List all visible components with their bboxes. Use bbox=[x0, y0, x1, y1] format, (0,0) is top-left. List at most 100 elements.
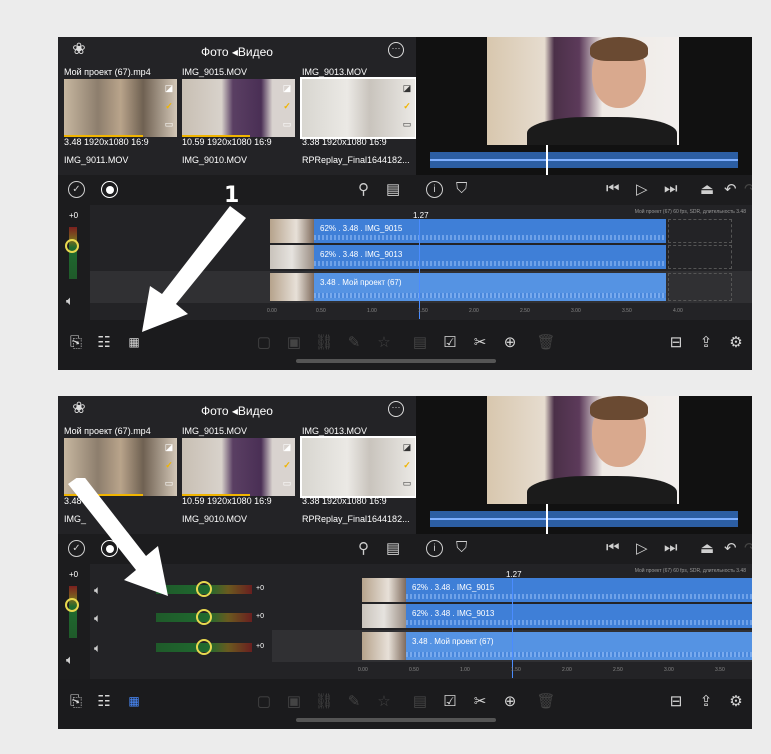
clip-name[interactable]: IMG_9010.MOV bbox=[182, 155, 295, 166]
select-check-icon[interactable]: ✓ bbox=[68, 181, 85, 198]
grid-list-icon[interactable]: ▤ bbox=[386, 539, 400, 557]
track-clip[interactable]: 62% . 3.48 . IMG_9013 bbox=[270, 245, 666, 269]
audio-waveform[interactable] bbox=[430, 152, 738, 168]
shield-plus-icon[interactable]: ⛉ bbox=[456, 180, 467, 197]
mixer-icon-active[interactable]: ▦ bbox=[124, 691, 144, 711]
share-icon[interactable]: ⇪ bbox=[696, 691, 716, 711]
person-body bbox=[527, 117, 677, 145]
preview-frame[interactable] bbox=[487, 37, 679, 145]
browser-title[interactable]: Фото ◂Видео bbox=[58, 404, 416, 418]
calendar-icon[interactable]: ▤ bbox=[410, 332, 430, 352]
skip-end-icon[interactable]: ⏭ bbox=[664, 180, 678, 197]
info-icon[interactable]: i bbox=[426, 540, 443, 557]
add-circle-icon[interactable]: ⊕ bbox=[500, 691, 520, 711]
more-icon[interactable]: ··· bbox=[388, 401, 404, 417]
preview-playhead[interactable] bbox=[546, 145, 548, 175]
track-waveform bbox=[406, 652, 752, 657]
clip-thumbnail[interactable]: Мой проект (67).mp4 ◪ ✓ ▭ 3.48 1920x1080 1… bbox=[64, 67, 177, 148]
volume-knob[interactable] bbox=[65, 239, 79, 253]
pencil-icon[interactable]: ✎ bbox=[344, 691, 364, 711]
add-track-icon[interactable]: ▢ bbox=[254, 332, 274, 352]
record-icon[interactable] bbox=[101, 181, 118, 198]
more-icon[interactable]: ··· bbox=[388, 42, 404, 58]
help-icon[interactable]: ⚙ bbox=[726, 332, 746, 352]
shield-plus-icon[interactable]: ⛉ bbox=[456, 539, 467, 556]
link-icon[interactable]: ⛓ bbox=[314, 332, 334, 352]
volume-knob[interactable] bbox=[196, 581, 212, 597]
track-clip[interactable]: 62% . 3.48 . IMG_9015 bbox=[362, 578, 752, 602]
speaker-icon[interactable]: 🔈︎ bbox=[94, 611, 101, 626]
layout-icon[interactable]: ⊟ bbox=[666, 332, 686, 352]
clip-thumbnail-selected[interactable]: IMG_9013.MOV ◪ ✓ ▭ 3.38 1920x1080 16:9 bbox=[300, 426, 417, 507]
timeline-playhead[interactable] bbox=[512, 578, 513, 678]
speaker-icon[interactable]: 🔈︎ bbox=[66, 293, 74, 309]
skip-start-icon[interactable]: ⏮ bbox=[606, 180, 620, 197]
volume-knob[interactable] bbox=[196, 639, 212, 655]
play-icon[interactable]: ▷ bbox=[636, 180, 648, 198]
copy-icon: ◪ bbox=[402, 83, 412, 93]
clip-thumbnail-selected[interactable]: IMG_9013.MOV ◪ ✓ ▭ 3.38 1920x1080 16:9 bbox=[300, 67, 417, 148]
scissors-icon[interactable]: ✂ bbox=[470, 332, 490, 352]
volume-knob[interactable] bbox=[196, 609, 212, 625]
pencil-icon[interactable]: ✎ bbox=[344, 332, 364, 352]
clip-name[interactable]: RPReplay_Final1644182... bbox=[302, 514, 415, 525]
audio-waveform[interactable] bbox=[430, 511, 738, 527]
list-icon[interactable]: ☷ bbox=[94, 332, 114, 352]
redo-icon[interactable]: ↷ bbox=[744, 539, 752, 557]
track-placeholder[interactable] bbox=[668, 273, 732, 301]
import-icon[interactable]: ⎘ bbox=[66, 691, 86, 711]
ruler-tick: 2.50 bbox=[613, 667, 623, 673]
help-icon[interactable]: ⚙ bbox=[726, 691, 746, 711]
undo-icon[interactable]: ↶ bbox=[724, 539, 737, 557]
star-icon[interactable]: ☆ bbox=[374, 691, 394, 711]
info-icon[interactable]: i bbox=[426, 181, 443, 198]
track-clip[interactable]: 62% . 3.48 . IMG_9013 bbox=[362, 604, 752, 628]
track-clip[interactable]: 62% . 3.48 . IMG_9015 bbox=[270, 219, 666, 243]
calendar-icon[interactable]: ▤ bbox=[410, 691, 430, 711]
clip-thumbnail[interactable]: IMG_9015.MOV ◪ ✓ ▭ 10.59 1920x1080 16:9 bbox=[182, 67, 295, 148]
redo-icon[interactable]: ↷ bbox=[744, 180, 752, 198]
trash-icon[interactable]: 🗑︎ bbox=[536, 332, 556, 352]
track-placeholder[interactable] bbox=[668, 245, 732, 269]
undo-icon[interactable]: ↶ bbox=[724, 180, 737, 198]
star-icon[interactable]: ☆ bbox=[374, 332, 394, 352]
picture-in-picture-icon[interactable]: ▣ bbox=[284, 332, 304, 352]
picture-in-picture-icon[interactable]: ▣ bbox=[284, 691, 304, 711]
main-track-clip[interactable]: 3.48 . Мой проект (67) bbox=[270, 273, 666, 301]
clip-badges: ◪ ✓ ▭ bbox=[163, 83, 175, 129]
frame-icon: ▭ bbox=[164, 119, 174, 129]
add-track-icon[interactable]: ▢ bbox=[254, 691, 274, 711]
checkbox-icon[interactable]: ☑ bbox=[440, 332, 460, 352]
skip-end-icon[interactable]: ⏭ bbox=[664, 539, 678, 556]
preview-frame[interactable] bbox=[487, 396, 679, 504]
clip-name[interactable]: IMG_9010.MOV bbox=[182, 514, 295, 525]
clip-thumbnail[interactable]: IMG_9015.MOV ◪ ✓ ▭ 10.59 1920x1080 16:9 bbox=[182, 426, 295, 507]
main-track-clip[interactable]: 3.48 . Мой проект (67) bbox=[362, 632, 752, 660]
scissors-icon[interactable]: ✂ bbox=[470, 691, 490, 711]
track-thumbnail bbox=[362, 578, 406, 602]
checkbox-icon[interactable]: ☑ bbox=[440, 691, 460, 711]
layout-icon[interactable]: ⊟ bbox=[666, 691, 686, 711]
speaker-icon[interactable]: 🔈︎ bbox=[66, 652, 74, 668]
clip-name[interactable]: RPReplay_Final1644182... bbox=[302, 155, 415, 166]
grid-list-icon[interactable]: ▤ bbox=[386, 180, 400, 198]
skip-start-icon[interactable]: ⏮ bbox=[606, 539, 620, 556]
export-frame-icon[interactable]: ⏏ bbox=[700, 180, 714, 198]
speaker-icon[interactable]: 🔈︎ bbox=[94, 641, 101, 656]
preview-playhead[interactable] bbox=[546, 504, 548, 534]
clip-name[interactable]: IMG_9011.MOV bbox=[64, 155, 177, 166]
list-icon[interactable]: ☷ bbox=[94, 691, 114, 711]
add-circle-icon[interactable]: ⊕ bbox=[500, 332, 520, 352]
link-icon[interactable]: ⛓ bbox=[314, 691, 334, 711]
track-placeholder[interactable] bbox=[668, 219, 732, 243]
clip-badges: ◪ ✓ ▭ bbox=[401, 83, 413, 129]
trash-icon[interactable]: 🗑︎ bbox=[536, 691, 556, 711]
search-icon[interactable]: ⚲ bbox=[358, 180, 369, 198]
timeline-playhead[interactable] bbox=[419, 219, 420, 319]
search-icon[interactable]: ⚲ bbox=[358, 539, 369, 557]
browser-title[interactable]: Фото ◂Видео bbox=[58, 45, 416, 59]
import-icon[interactable]: ⎘ bbox=[66, 332, 86, 352]
share-icon[interactable]: ⇪ bbox=[696, 332, 716, 352]
export-frame-icon[interactable]: ⏏ bbox=[700, 539, 714, 557]
play-icon[interactable]: ▷ bbox=[636, 539, 648, 557]
